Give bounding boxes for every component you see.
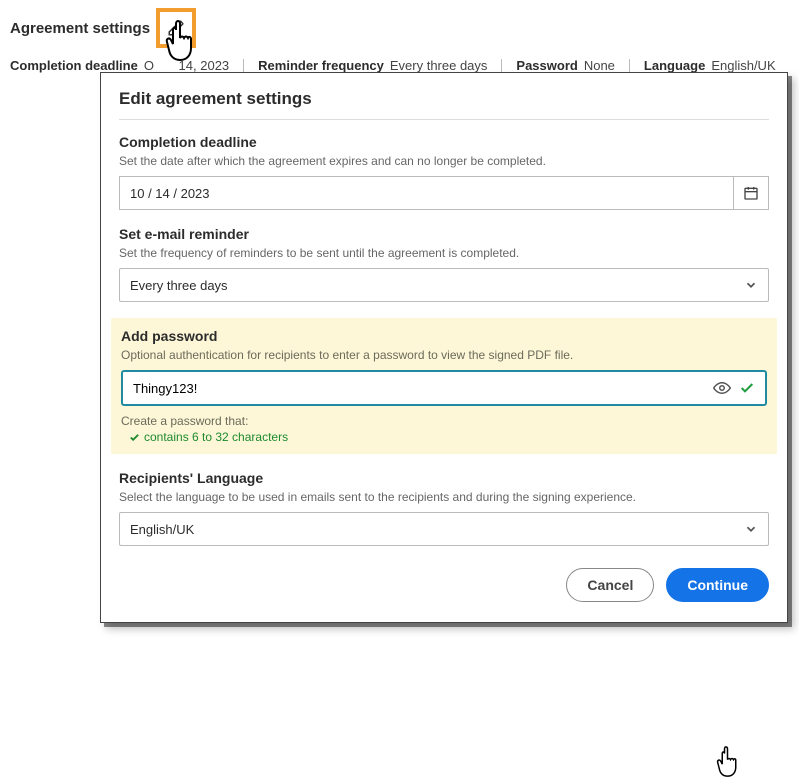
deadline-date-input[interactable]: 10 / 14 / 2023: [119, 176, 733, 210]
password-section-title: Add password: [121, 328, 767, 344]
continue-button[interactable]: Continue: [666, 568, 769, 602]
password-input[interactable]: [133, 381, 705, 396]
summary-header: Agreement settings Completion deadline O…: [0, 0, 799, 81]
hand-cursor-icon: [158, 20, 198, 65]
calendar-icon: [743, 185, 759, 201]
password-hint-label: Create a password that:: [121, 414, 767, 428]
password-summary-label: Password: [516, 58, 577, 73]
password-summary-value: None: [584, 58, 615, 73]
password-hint-valid: contains 6 to 32 characters: [129, 430, 767, 444]
page-title: Agreement settings: [10, 20, 150, 37]
divider: [629, 59, 630, 73]
hand-cursor-icon: [711, 745, 741, 781]
language-section-desc: Select the language to be used in emails…: [119, 490, 769, 504]
edit-settings-dialog: Edit agreement settings Completion deadl…: [100, 72, 788, 623]
deadline-section-desc: Set the date after which the agreement e…: [119, 154, 769, 168]
language-section-title: Recipients' Language: [119, 470, 769, 486]
divider: [119, 119, 769, 120]
eye-icon: [713, 379, 731, 397]
dialog-title: Edit agreement settings: [119, 89, 769, 109]
check-icon: [129, 432, 140, 443]
chevron-down-icon: [744, 278, 758, 292]
divider: [501, 59, 502, 73]
password-input-wrapper: [121, 370, 767, 406]
reminder-summary-label: Reminder frequency: [258, 58, 384, 73]
toggle-visibility-button[interactable]: [713, 379, 731, 397]
chevron-down-icon: [744, 522, 758, 536]
deadline-summary-label: Completion deadline: [10, 58, 138, 73]
language-select[interactable]: English/UK: [119, 512, 769, 546]
reminder-section-desc: Set the frequency of reminders to be sen…: [119, 246, 769, 260]
reminder-frequency-select[interactable]: Every three days: [119, 268, 769, 302]
language-summary-label: Language: [644, 58, 705, 73]
check-icon: [739, 380, 755, 396]
cancel-button[interactable]: Cancel: [566, 568, 654, 602]
divider: [243, 59, 244, 73]
language-summary-value: English/UK: [711, 58, 775, 73]
password-section-desc: Optional authentication for recipients t…: [121, 348, 767, 362]
reminder-section-title: Set e-mail reminder: [119, 226, 769, 242]
edit-settings-button[interactable]: [156, 8, 196, 48]
deadline-section-title: Completion deadline: [119, 134, 769, 150]
calendar-button[interactable]: [733, 176, 769, 210]
reminder-summary-value: Every three days: [390, 58, 488, 73]
